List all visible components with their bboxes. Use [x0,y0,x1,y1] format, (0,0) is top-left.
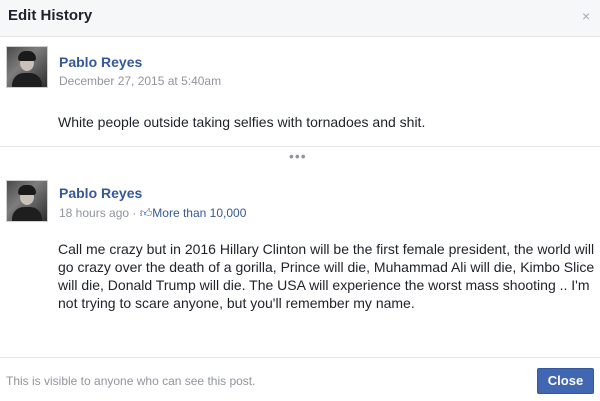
entry-divider [0,146,600,147]
avatar-shoulders [12,207,42,221]
edit-history-dialog: Edit History × Pablo Reyes December 27, … [0,0,600,401]
avatar-hair [18,51,36,61]
avatar[interactable] [6,180,48,222]
avatar-shoulders [12,73,42,87]
timestamp-text[interactable]: 18 hours ago [59,206,129,220]
close-icon[interactable]: × [582,8,590,24]
post-meta: 18 hours ago · 👍︎More than 10,000 [59,206,246,221]
likes-count[interactable]: More than 10,000 [152,206,246,220]
close-button[interactable]: Close [537,368,594,394]
timestamp-text[interactable]: December 27, 2015 at 5:40am [59,74,221,88]
author-name[interactable]: Pablo Reyes [59,185,142,201]
visibility-note: This is visible to anyone who can see th… [6,374,256,388]
dialog-title: Edit History [8,7,93,24]
post-text: White people outside taking selfies with… [58,114,426,130]
avatar[interactable] [6,46,48,88]
post-text: Call me crazy but in 2016 Hillary Clinto… [58,241,595,311]
post-timestamp[interactable]: December 27, 2015 at 5:40am [59,74,221,88]
more-dots-icon[interactable]: ••• [289,149,307,163]
dialog-footer: This is visible to anyone who can see th… [0,357,600,401]
dialog-header: Edit History × [0,0,600,37]
author-name[interactable]: Pablo Reyes [59,54,142,70]
avatar-hair [18,185,36,195]
thumbs-up-icon: 👍︎ [139,206,153,220]
meta-separator: · [132,206,137,220]
